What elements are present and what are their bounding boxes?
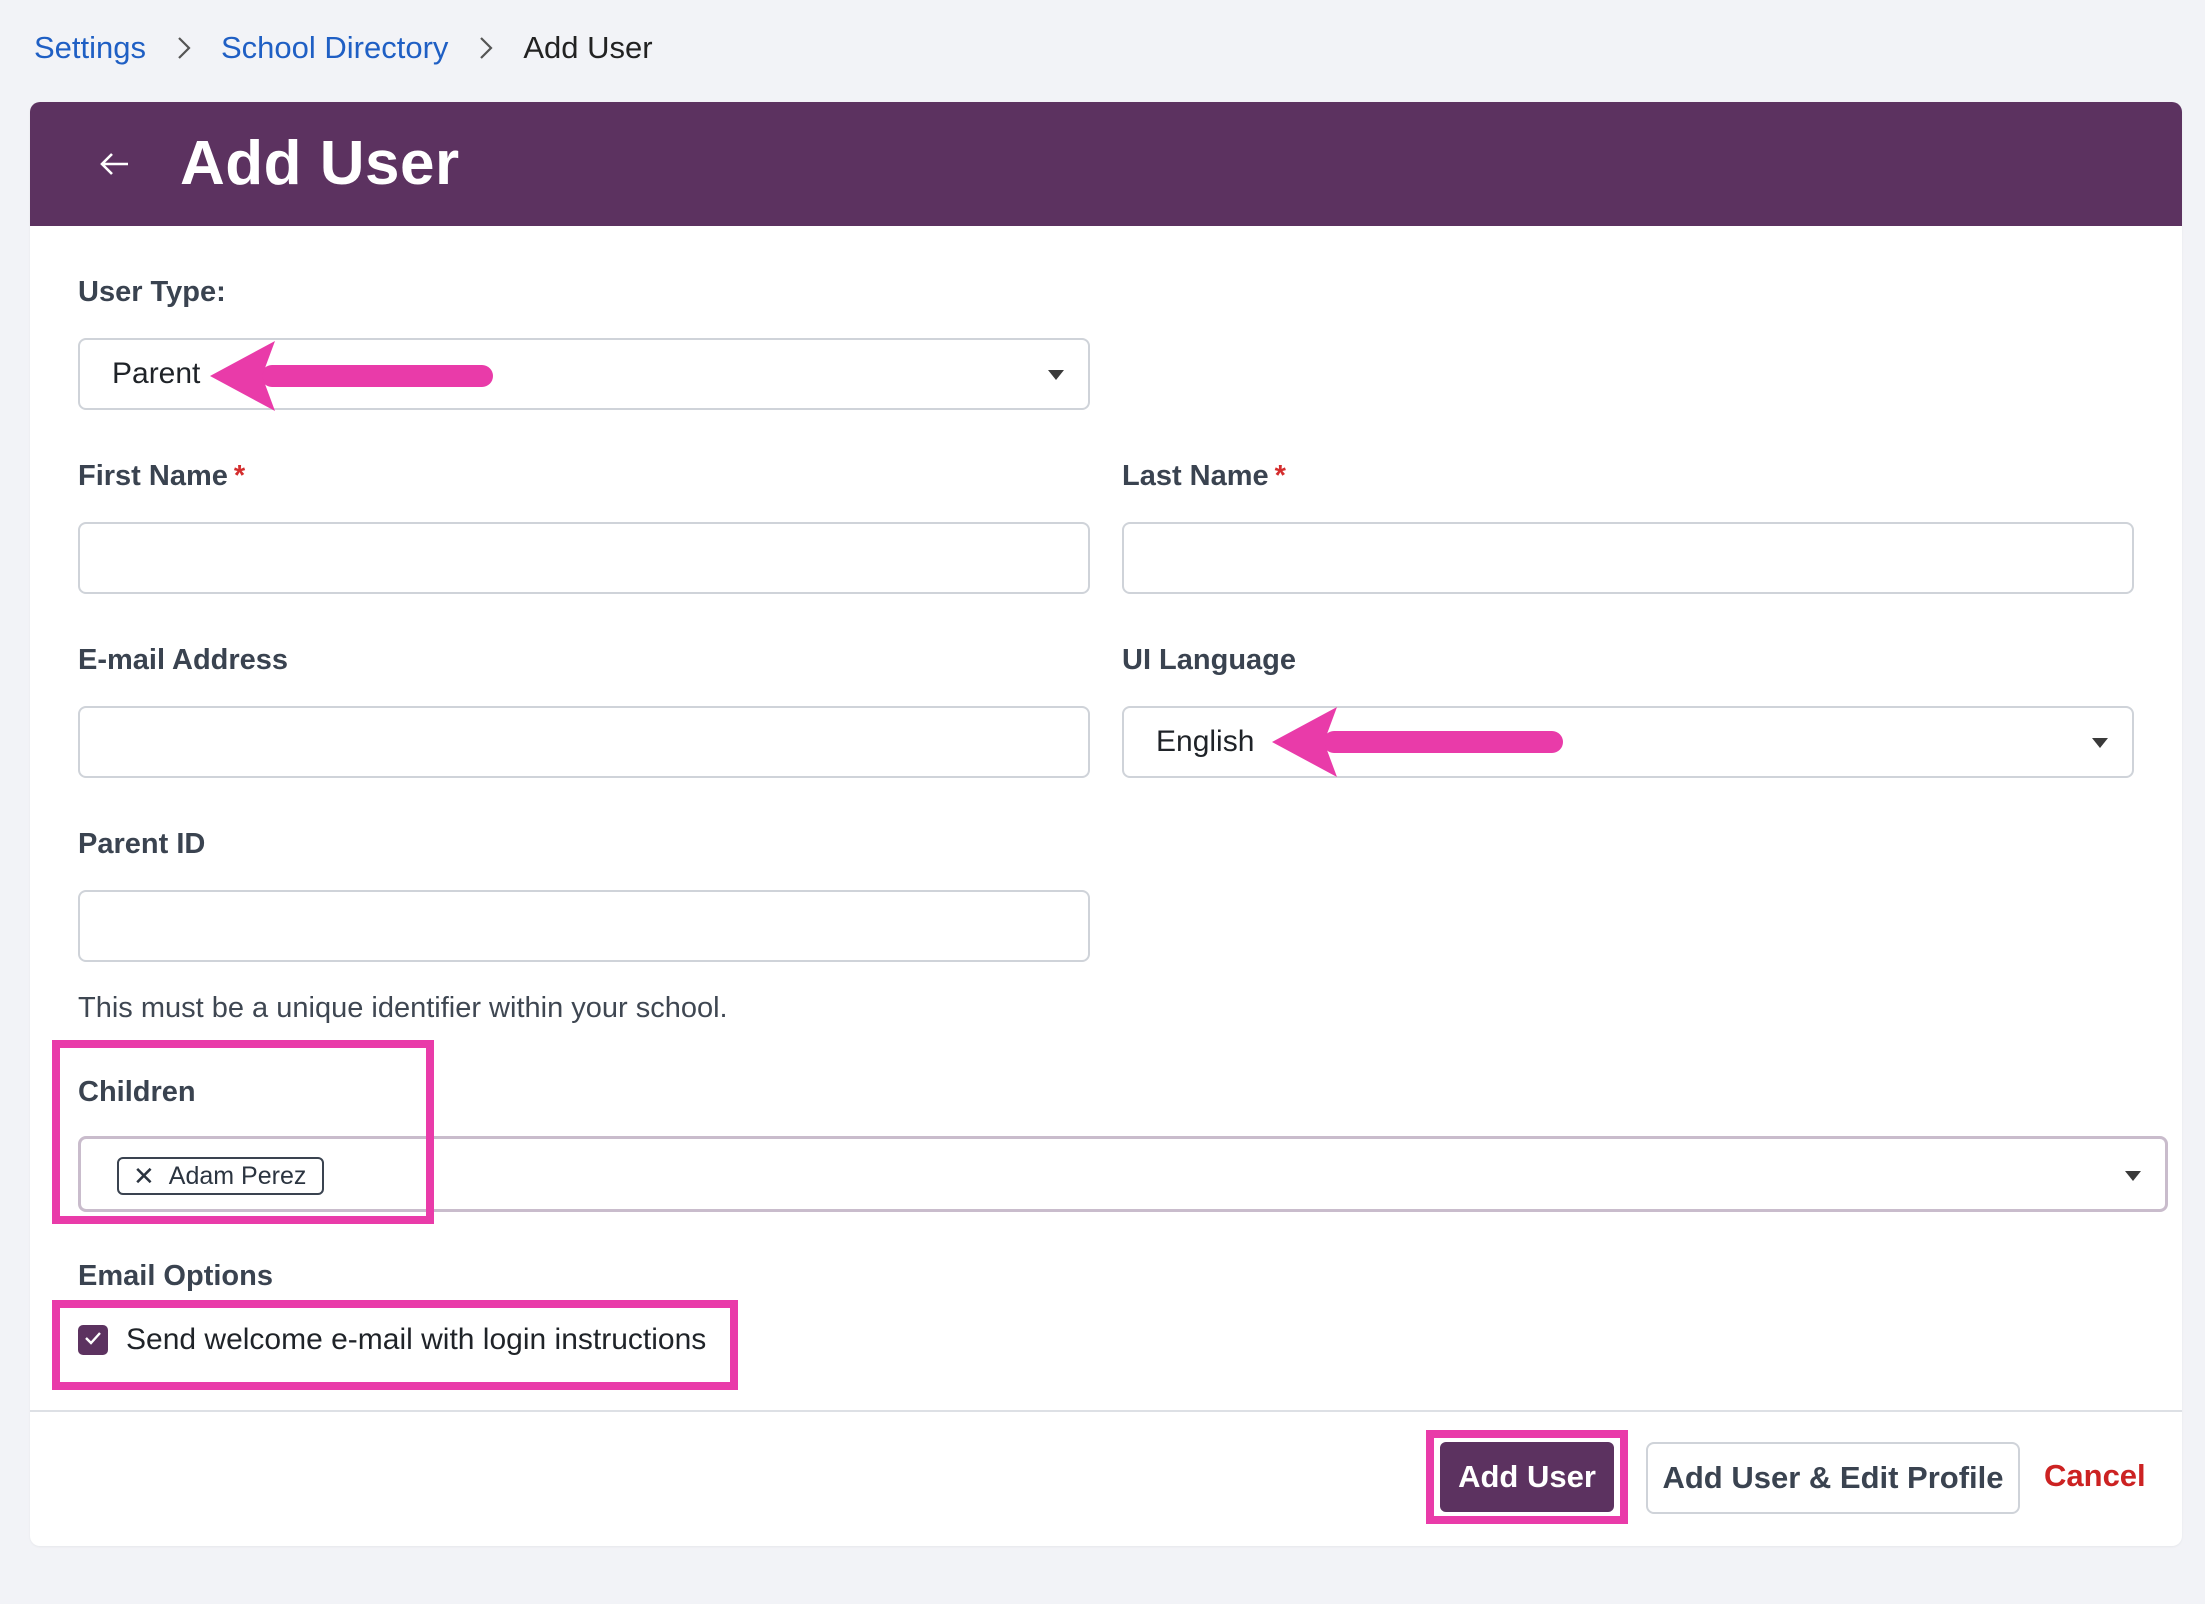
caret-down-icon: [2092, 738, 2108, 748]
cancel-button[interactable]: Cancel: [2044, 1458, 2146, 1494]
breadcrumb-school-directory-link[interactable]: School Directory: [221, 30, 448, 65]
breadcrumb: Settings School Directory Add User: [34, 24, 734, 72]
ui-language-value: English: [1156, 725, 1255, 758]
last-name-input[interactable]: [1122, 522, 2134, 594]
last-name-label: Last Name *: [1122, 460, 1286, 493]
arrow-left-icon[interactable]: [92, 142, 142, 186]
caret-down-icon: [1048, 370, 1064, 380]
highlight-children: [52, 1040, 434, 1224]
page-header: Add User: [30, 102, 2182, 226]
highlight-email-options: [52, 1300, 738, 1390]
breadcrumb-settings-link[interactable]: Settings: [34, 30, 146, 65]
chevron-right-icon: [477, 32, 503, 65]
annotation-arrow-icon: [1272, 707, 1563, 777]
user-type-value: Parent: [112, 357, 201, 390]
footer-divider: [30, 1410, 2182, 1412]
required-marker: *: [233, 460, 246, 492]
last-name-label-text: Last Name: [1122, 460, 1269, 492]
caret-down-icon: [2125, 1171, 2141, 1181]
chevron-right-icon: [175, 32, 201, 65]
user-type-label: User Type:: [78, 276, 226, 308]
highlight-add-user-button: [1426, 1430, 1628, 1524]
required-marker: *: [1274, 460, 1286, 492]
breadcrumb-current: Add User: [523, 30, 653, 65]
first-name-input[interactable]: [78, 522, 1090, 594]
email-label: E-mail Address: [78, 644, 289, 676]
first-name-label: First Name *: [78, 460, 245, 493]
annotation-arrow-icon: [210, 341, 493, 411]
page-title: Add User: [180, 129, 460, 198]
add-user-edit-profile-button[interactable]: Add User & Edit Profile: [1646, 1442, 2020, 1514]
email-field[interactable]: [78, 706, 1090, 778]
parent-id-helper-text: This must be a unique identifier within …: [78, 992, 728, 1024]
first-name-label-text: First Name: [78, 460, 228, 492]
ui-language-label: UI Language: [1122, 644, 1297, 676]
parent-id-input[interactable]: [78, 890, 1090, 962]
parent-id-label: Parent ID: [78, 828, 206, 860]
email-options-label: Email Options: [78, 1260, 273, 1292]
